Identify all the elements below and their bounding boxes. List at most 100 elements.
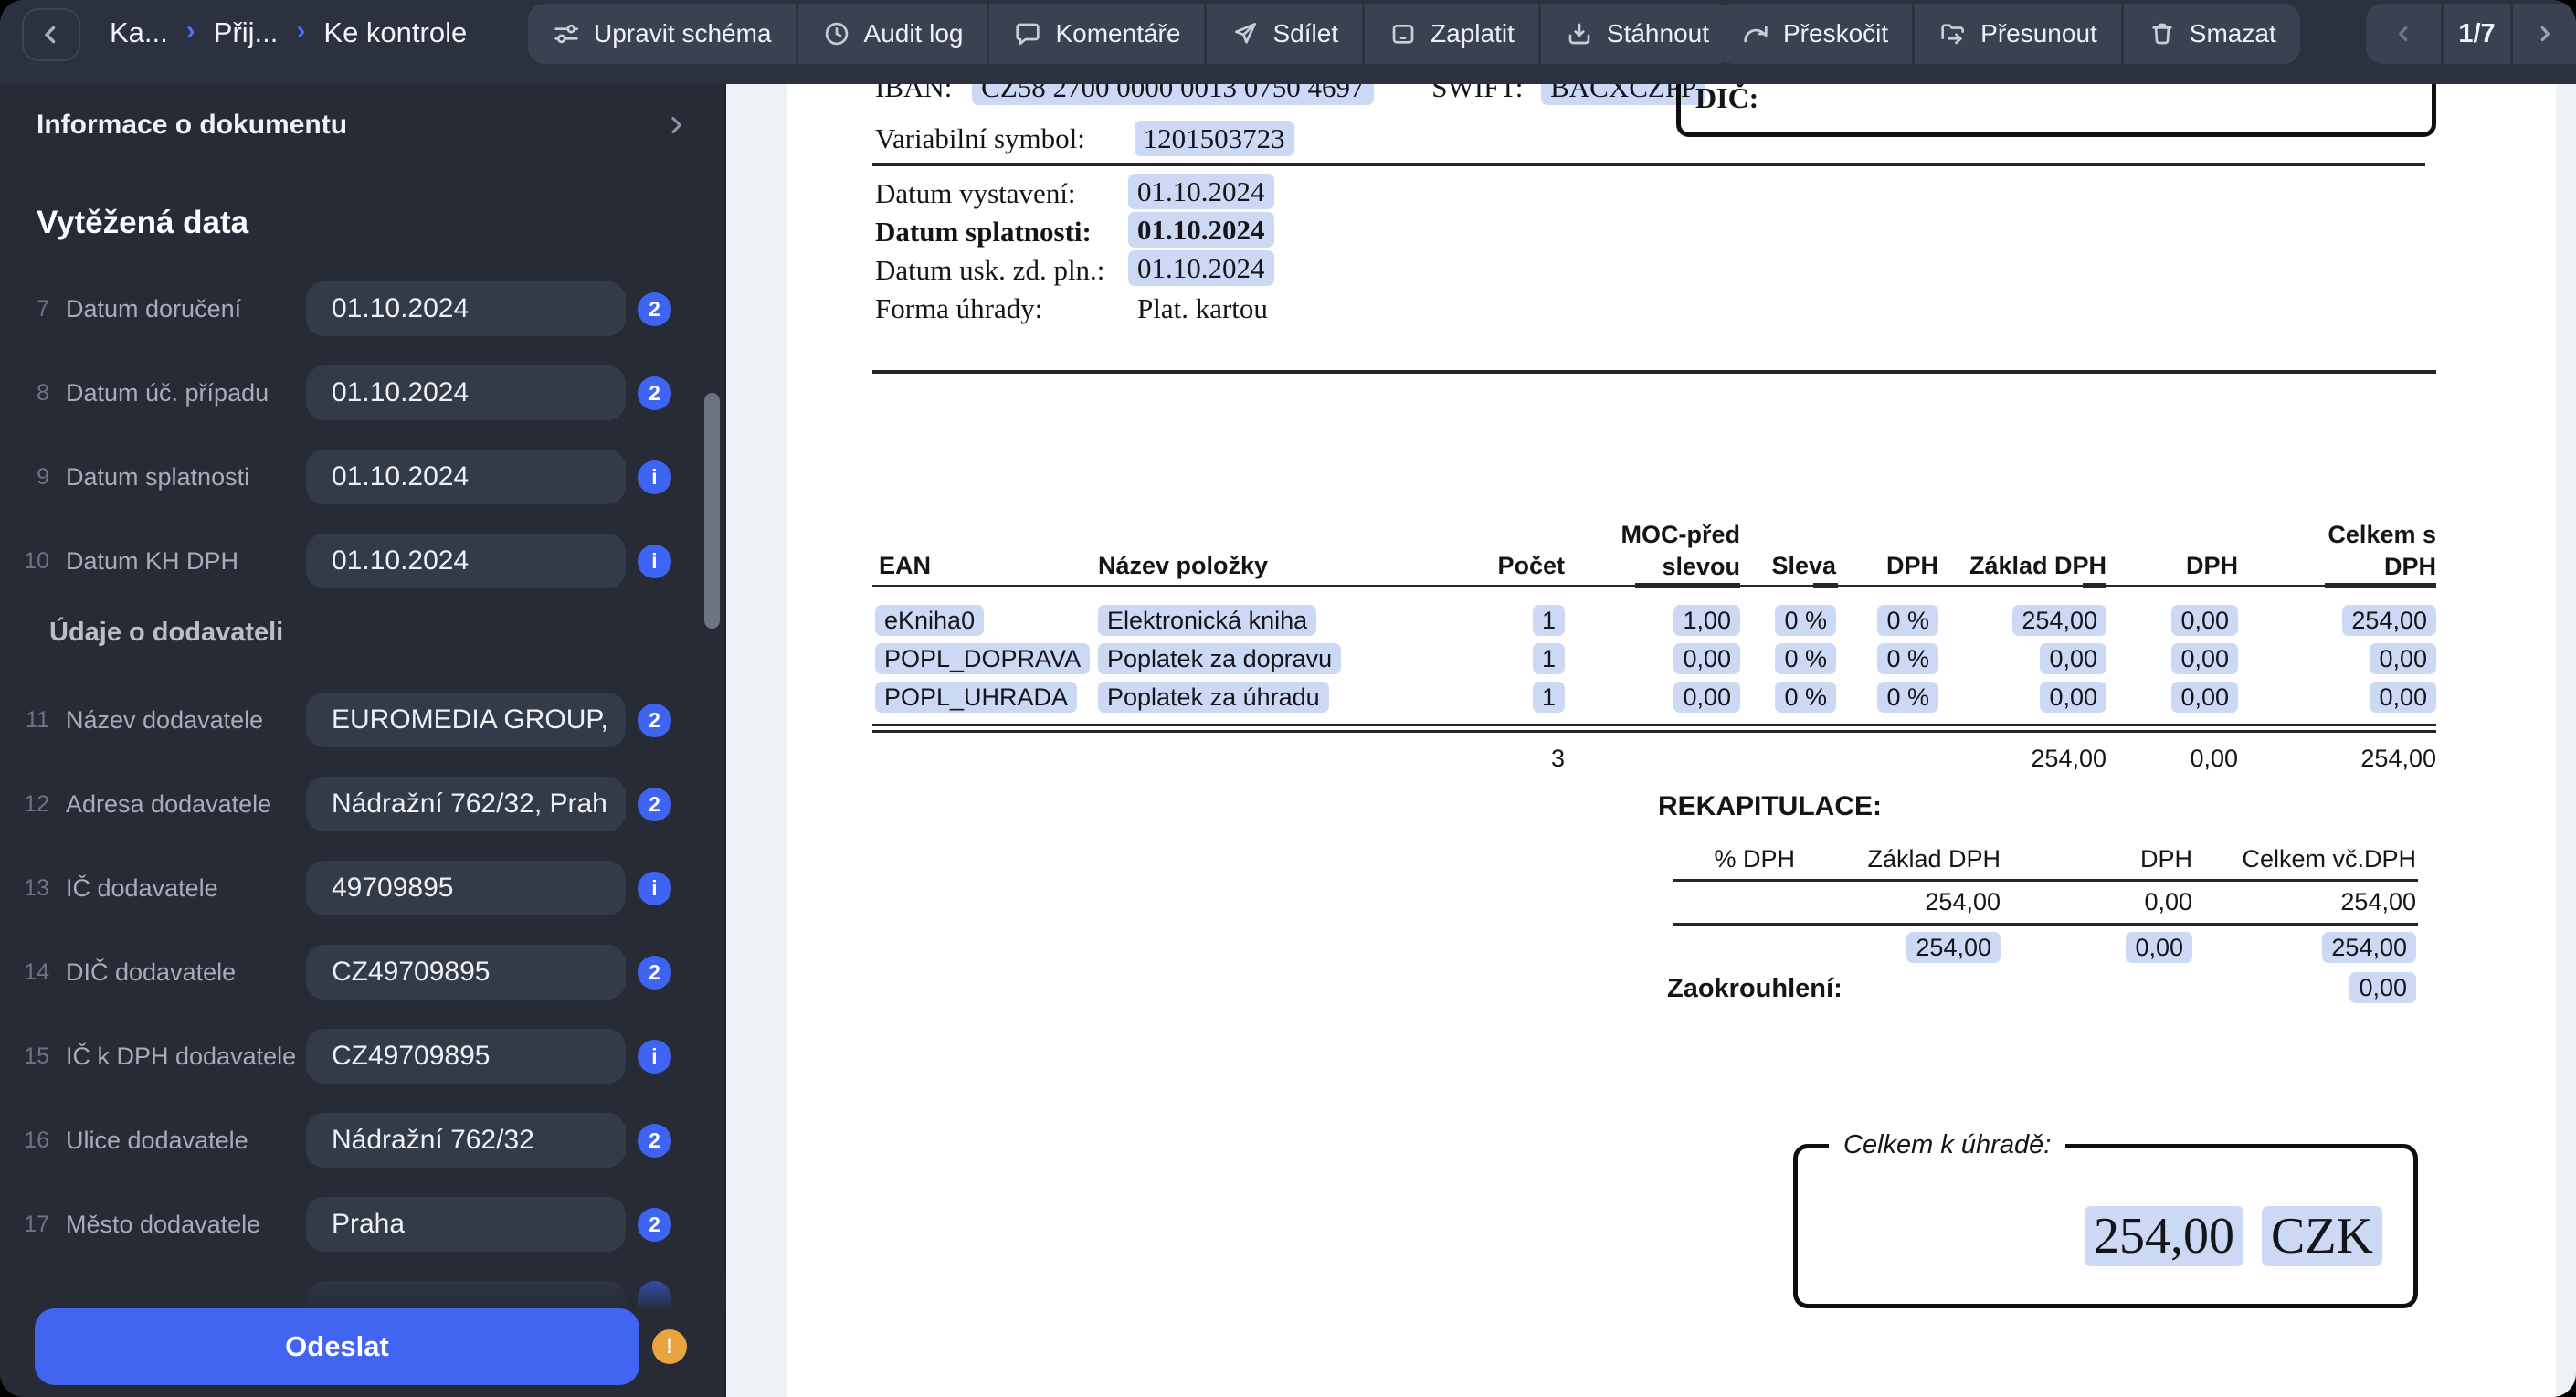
comments-button[interactable]: Komentáře	[987, 4, 1204, 64]
send-icon	[1235, 23, 1257, 44]
field-value: 01.10.2024	[332, 293, 470, 323]
breadcrumb-status[interactable]: Ke kontrole	[323, 16, 467, 49]
field-value: Nádražní 762/32, Praha	[332, 788, 606, 819]
cell-moc[interactable]: 1,00	[1673, 605, 1740, 636]
recap-zaklad: 254,00	[1925, 888, 2001, 915]
cell-ean[interactable]: POPL_UHRADA	[875, 682, 1078, 713]
audit-log-button[interactable]: Audit log	[795, 4, 987, 64]
move-button[interactable]: Přesunout	[1912, 4, 2121, 64]
table-header-rule-segment	[1813, 583, 1838, 588]
col-header-dph: DPH	[2185, 552, 2238, 579]
total-due-amount: 254,00 CZK	[2085, 1206, 2382, 1266]
total-amount-highlight[interactable]: 254,00	[2085, 1206, 2243, 1266]
cell-name[interactable]: Poplatek za úhradu	[1098, 682, 1329, 713]
cell-dph[interactable]: 0,00	[2171, 682, 2238, 713]
warning-badge[interactable]: !	[652, 1329, 687, 1364]
field-number: 16	[24, 1127, 49, 1153]
field-value-input[interactable]: CZ49709895	[306, 945, 626, 1000]
field-badge[interactable]: 2	[638, 956, 671, 990]
cell-dph-rate[interactable]: 0 %	[1877, 682, 1938, 713]
sidebar-scrollbar[interactable]	[704, 393, 720, 629]
field-value-input[interactable]: Nádražní 762/32	[306, 1113, 626, 1168]
breadcrumb-queue[interactable]: Ka...	[110, 16, 168, 49]
field-badge[interactable]: 2	[638, 292, 671, 326]
cell-moc[interactable]: 0,00	[1673, 643, 1740, 674]
cell-qty[interactable]: 1	[1532, 643, 1565, 674]
field-badge[interactable]: i	[638, 1040, 671, 1074]
sidebar-bottom-fade	[0, 1261, 726, 1308]
field-badge[interactable]: 2	[638, 1124, 671, 1158]
total-currency-highlight[interactable]: CZK	[2262, 1206, 2382, 1266]
delete-button[interactable]: Smazat	[2120, 4, 2300, 64]
field-number: 12	[24, 791, 49, 817]
due-date-highlight[interactable]: 01.10.2024	[1128, 212, 1274, 248]
field-badge[interactable]: i	[638, 872, 671, 905]
field-row: 15 IČ k DPH dodavatele CZ49709895 i	[0, 1029, 726, 1084]
cell-zaklad[interactable]: 0,00	[2040, 643, 2106, 674]
cell-zaklad[interactable]: 0,00	[2040, 682, 2106, 713]
comments-label: Komentáře	[1055, 19, 1181, 48]
field-badge[interactable]: 2	[638, 788, 671, 821]
recap-dph-highlight[interactable]: 0,00	[2126, 932, 2192, 963]
tax-date-highlight[interactable]: 01.10.2024	[1128, 250, 1274, 286]
variable-symbol-value[interactable]: 1201503723	[1134, 121, 1294, 156]
field-value-input[interactable]: 01.10.2024	[306, 281, 626, 336]
cell-celkem[interactable]: 254,00	[2342, 605, 2436, 636]
issue-date-highlight[interactable]: 01.10.2024	[1128, 174, 1274, 209]
cell-sleva[interactable]: 0 %	[1775, 643, 1836, 674]
toolbar-group-actions: Upravit schéma Audit log Komentáře Sdíle…	[528, 4, 1733, 64]
cell-ean[interactable]: POPL_DOPRAVA	[875, 643, 1091, 674]
cell-sleva[interactable]: 0 %	[1775, 682, 1836, 713]
recap-zaklad-highlight[interactable]: 254,00	[1906, 932, 2001, 963]
field-value-input[interactable]: EUROMEDIA GROUP, a.	[306, 693, 626, 747]
submit-button[interactable]: Odeslat	[35, 1308, 639, 1385]
field-value-input[interactable]: Nádražní 762/32, Praha	[306, 777, 626, 831]
recap-celkem-highlight[interactable]: 254,00	[2322, 932, 2416, 963]
cell-dph-rate[interactable]: 0 %	[1877, 605, 1938, 636]
field-number: 15	[24, 1043, 49, 1069]
col-header-dph-rate: DPH	[1885, 552, 1938, 579]
cell-qty[interactable]: 1	[1532, 605, 1565, 636]
cell-celkem[interactable]: 0,00	[2370, 682, 2436, 713]
share-button[interactable]: Sdílet	[1204, 4, 1362, 64]
field-value-input[interactable]: CZ49709895	[306, 1029, 626, 1084]
cell-qty[interactable]: 1	[1532, 682, 1565, 713]
edit-schema-button[interactable]: Upravit schéma	[528, 4, 796, 64]
cell-name[interactable]: Elektronická kniha	[1098, 605, 1317, 636]
next-page-button[interactable]	[2510, 4, 2576, 64]
field-badge[interactable]: i	[638, 460, 671, 494]
skip-button[interactable]: Přeskočit	[1717, 4, 1912, 64]
field-value-input[interactable]: 01.10.2024	[306, 534, 626, 588]
field-badge[interactable]: i	[638, 545, 671, 578]
cell-dph-rate[interactable]: 0 %	[1877, 643, 1938, 674]
iban-value[interactable]: CZ58 2700 0000 0013 0750 4697	[972, 84, 1374, 105]
cell-ean[interactable]: eKniha0	[875, 605, 985, 636]
field-value: CZ49709895	[332, 957, 491, 987]
document-viewer[interactable]: IBAN: CZ58 2700 0000 0013 0750 4697 SWIF…	[726, 84, 2576, 1397]
cell-sleva[interactable]: 0 %	[1775, 605, 1836, 636]
skip-label: Přeskočit	[1783, 19, 1889, 48]
delete-label: Smazat	[2189, 19, 2276, 48]
prev-page-button[interactable]	[2366, 4, 2441, 64]
cell-dph[interactable]: 0,00	[2171, 643, 2238, 674]
cell-dph[interactable]: 0,00	[2171, 605, 2238, 636]
field-value-input[interactable]: 49709895	[306, 861, 626, 915]
field-badge[interactable]: 2	[638, 1208, 671, 1242]
field-badge[interactable]: 2	[638, 376, 671, 410]
variable-symbol-label: Variabilní symbol:	[875, 122, 1085, 154]
document-info-header[interactable]: Informace o dokumentu	[37, 110, 347, 141]
field-value-input[interactable]: 01.10.2024	[306, 365, 626, 420]
chevron-right-icon[interactable]	[662, 110, 690, 145]
back-button[interactable]	[22, 8, 80, 61]
cell-moc[interactable]: 0,00	[1673, 682, 1740, 713]
field-badge[interactable]: 2	[638, 704, 671, 737]
cell-zaklad[interactable]: 254,00	[2012, 605, 2106, 636]
field-value-input[interactable]: Praha	[306, 1197, 626, 1252]
rounding-value-highlight[interactable]: 0,00	[2349, 972, 2416, 1003]
download-button[interactable]: Stáhnout	[1537, 4, 1733, 64]
pay-button[interactable]: Zaplatit	[1362, 4, 1538, 64]
breadcrumb-inbox[interactable]: Přij...	[214, 16, 279, 49]
cell-celkem[interactable]: 0,00	[2370, 643, 2436, 674]
field-value-input[interactable]: 01.10.2024	[306, 450, 626, 504]
cell-name[interactable]: Poplatek za dopravu	[1098, 643, 1342, 674]
